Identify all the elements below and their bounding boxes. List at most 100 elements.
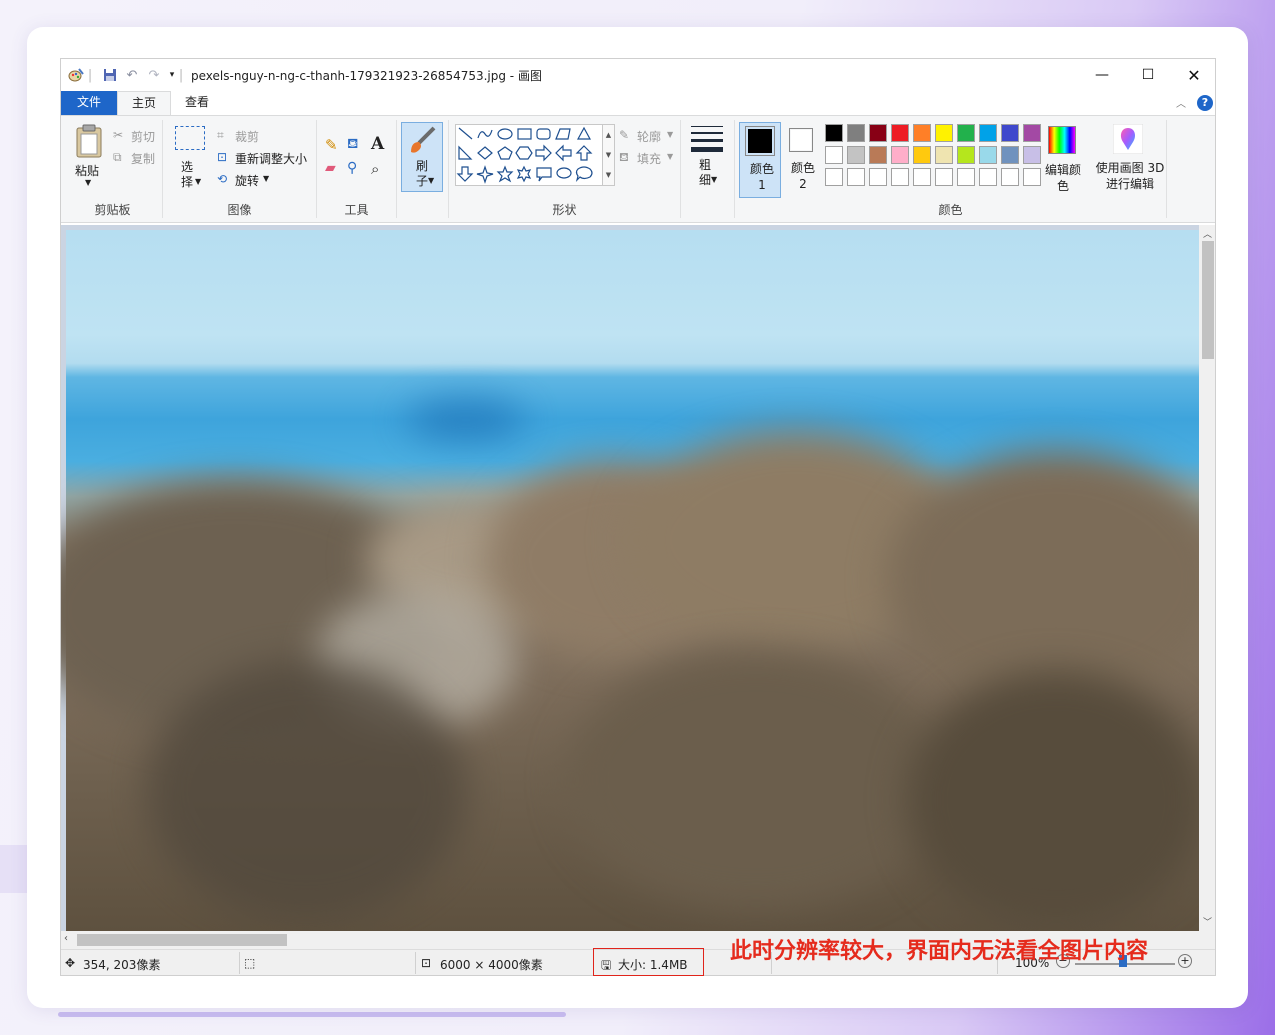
canvas-size-icon: ⊡ [421, 956, 432, 970]
help-icon[interactable]: ? [1197, 95, 1213, 111]
select-button[interactable]: 选择 ▼ [173, 122, 209, 192]
tools-group: ✎ ⛾ A ▰ ⚲ ⌕ 工具 [317, 120, 397, 218]
shapes-scroll[interactable]: ▲ ▼ ▼ [603, 124, 615, 186]
palette-swatch[interactable] [891, 124, 909, 142]
palette-swatch[interactable] [935, 168, 953, 186]
size-button[interactable]: 粗细 ▼ [687, 122, 727, 192]
vertical-scrollbar[interactable]: ︿ ﹀ [1199, 225, 1215, 931]
color1-label: 颜色 1 [749, 162, 774, 192]
close-button[interactable]: ✕ [1171, 59, 1215, 91]
palette-swatch[interactable] [847, 168, 865, 186]
palette-swatch[interactable] [847, 124, 865, 142]
palette-swatch[interactable] [913, 146, 931, 164]
color-picker-icon[interactable]: ⚲ [347, 160, 357, 176]
palette-swatch[interactable] [913, 168, 931, 186]
paste-button[interactable]: 粘贴 ▼ [73, 122, 105, 192]
maximize-button[interactable]: ☐ [1125, 59, 1171, 91]
edit-colors-button[interactable]: 编辑颜色 [1041, 124, 1085, 194]
color1-button[interactable]: 颜色 1 [739, 122, 781, 198]
zoom-in-button[interactable]: + [1178, 954, 1192, 968]
palette-swatch[interactable] [979, 146, 997, 164]
canvas-area[interactable] [61, 225, 1215, 931]
palette-swatch[interactable] [957, 146, 975, 164]
shapes-gallery[interactable] [455, 124, 603, 186]
scroll-up-icon[interactable]: ︿ [1203, 227, 1212, 240]
palette-swatch[interactable] [935, 146, 953, 164]
size-chevron-icon[interactable]: ▼ [711, 175, 717, 184]
canvas-dimensions: 6000 × 4000像素 [440, 958, 543, 972]
palette-swatch[interactable] [869, 124, 887, 142]
palette-swatch[interactable] [957, 168, 975, 186]
fill-bucket-icon[interactable]: ⛾ [347, 136, 358, 154]
ribbon: 粘贴 ▼ ✂ 剪切 ⧉ 复制 剪贴板 选择 ▼ ⌗ 裁剪 ⊡ 重新调整大小 ⟲ … [61, 115, 1215, 223]
palette-swatch[interactable] [891, 146, 909, 164]
undo-icon[interactable]: ↶ [123, 67, 141, 83]
palette-swatch[interactable] [891, 168, 909, 186]
resize-label: 重新调整大小 [235, 152, 308, 166]
palette-swatch[interactable] [935, 124, 953, 142]
file-size-highlight-box [593, 948, 704, 976]
paint-app-icon[interactable] [67, 67, 85, 83]
palette-swatch[interactable] [869, 146, 887, 164]
vertical-scroll-thumb[interactable] [1202, 241, 1214, 359]
palette-swatch[interactable] [869, 168, 887, 186]
palette-swatch[interactable] [1023, 168, 1041, 186]
palette-swatch[interactable] [825, 146, 843, 164]
tab-file[interactable]: 文件 [61, 91, 117, 115]
image-canvas[interactable] [61, 230, 1215, 931]
palette-swatch[interactable] [1023, 124, 1041, 142]
size-group: 粗细 ▼ [681, 120, 735, 218]
fill-icon: ⛾ [619, 150, 629, 164]
horizontal-scroll-thumb[interactable] [77, 934, 287, 946]
palette-swatch[interactable] [1001, 124, 1019, 142]
palette-swatch[interactable] [825, 168, 843, 186]
minimize-button[interactable]: — [1079, 59, 1125, 91]
palette-swatch[interactable] [979, 168, 997, 186]
palette-swatch[interactable] [847, 146, 865, 164]
save-icon[interactable] [101, 67, 119, 83]
rotate-icon: ⟲ [217, 172, 228, 186]
palette-swatch[interactable] [913, 124, 931, 142]
palette-swatch[interactable] [1001, 146, 1019, 164]
palette-swatch[interactable] [957, 124, 975, 142]
customize-qa-chevron-icon[interactable]: ▾ [166, 67, 178, 83]
eraser-icon[interactable]: ▰ [325, 160, 336, 176]
paint-window: | ↶ ↷ ▾ | pexels-nguy-n-ng-c-thanh-17932… [60, 58, 1216, 976]
pencil-icon[interactable]: ✎ [325, 136, 338, 154]
cut-label: 剪切 [131, 130, 156, 144]
scroll-down-icon[interactable]: ﹀ [1203, 915, 1212, 928]
select-label: 选择 [181, 160, 194, 189]
magnifier-icon[interactable]: ⌕ [371, 160, 379, 178]
palette-swatch[interactable] [979, 124, 997, 142]
text-tool-icon[interactable]: A [371, 134, 384, 154]
redo-icon[interactable]: ↷ [145, 67, 163, 83]
colors-group-label: 颜色 [938, 203, 963, 217]
copy-label: 复制 [131, 152, 156, 166]
paste-chevron-icon[interactable]: ▼ [85, 178, 91, 187]
color1-swatch [745, 126, 775, 156]
scissors-icon: ✂ [113, 128, 124, 142]
brush-button[interactable]: 刷子 ▼ [401, 122, 443, 192]
scroll-left-icon[interactable]: ‹ [64, 933, 68, 944]
collapse-ribbon-icon[interactable]: ︿ [1176, 95, 1186, 110]
select-chevron-icon[interactable]: ▼ [195, 177, 201, 186]
annotation-text: 此时分辨率较大，界面内无法看全图片内容 [730, 939, 1149, 964]
clipboard-group: 粘贴 ▼ ✂ 剪切 ⧉ 复制 剪贴板 [63, 120, 163, 218]
tab-home[interactable]: 主页 [117, 91, 171, 115]
tab-view[interactable]: 查看 [171, 91, 223, 115]
palette-swatch[interactable] [1023, 146, 1041, 164]
paint3d-button[interactable]: 使用画图 3D 进行编辑 [1091, 122, 1167, 198]
shapes-gallery-icons [456, 126, 593, 184]
palette-swatch[interactable] [1001, 168, 1019, 186]
shapes-group-label: 形状 [552, 203, 577, 217]
scroll-corner [1199, 931, 1215, 949]
color2-button[interactable]: 颜色 2 [783, 122, 825, 198]
edit-colors-icon [1048, 126, 1076, 154]
rotate-chevron-icon[interactable]: ▼ [263, 174, 269, 183]
qa-separator: | [178, 67, 184, 83]
window-title: pexels-nguy-n-ng-c-thanh-179321923-26854… [191, 69, 542, 83]
palette-swatch[interactable] [825, 124, 843, 142]
paste-icon [76, 124, 102, 158]
resize-icon: ⊡ [217, 150, 228, 164]
brush-chevron-icon[interactable]: ▼ [428, 176, 434, 185]
